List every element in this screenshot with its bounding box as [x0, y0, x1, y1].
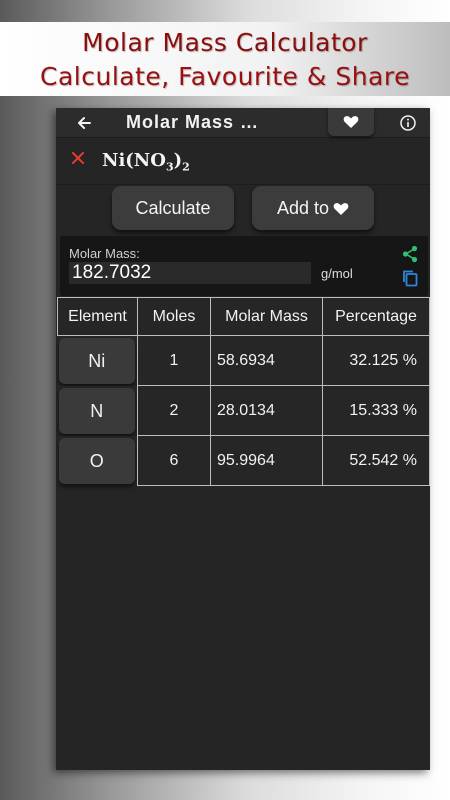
- back-arrow-icon[interactable]: [74, 113, 94, 133]
- formula-input[interactable]: Ni(NO3)2: [102, 150, 190, 174]
- heart-icon: [333, 203, 349, 215]
- percentage-cell: 15.333 %: [322, 385, 430, 436]
- table-row: N 2 28.0134 15.333 %: [57, 385, 430, 436]
- moles-cell: 6: [137, 435, 211, 486]
- composition-table: Element Moles Molar Mass Percentage Ni 1…: [57, 297, 430, 486]
- formula-input-row: Ni(NO3)2: [56, 138, 430, 185]
- percentage-cell: 52.542 %: [322, 435, 430, 486]
- copy-icon[interactable]: [401, 269, 419, 287]
- header-element: Element: [57, 297, 138, 336]
- favourites-button[interactable]: [328, 108, 374, 136]
- app-title: Molar Mass …: [126, 112, 260, 132]
- promo-subtitle: Calculate, Favourite & Share: [40, 62, 410, 91]
- element-button-ni[interactable]: Ni: [58, 337, 135, 384]
- molar-mass-cell: 95.9964: [210, 435, 323, 486]
- table-row: Ni 1 58.6934 32.125 %: [57, 335, 430, 386]
- unit-label: g/mol: [321, 266, 353, 281]
- molar-mass-cell: 28.0134: [210, 385, 323, 436]
- calculate-label: Calculate: [135, 198, 211, 218]
- percentage-cell: 32.125 %: [322, 335, 430, 386]
- heart-icon: [343, 116, 359, 128]
- app-screen: Molar Mass … Ni(NO3)2 Calculate Add to M…: [56, 108, 430, 770]
- table-row: O 6 95.9964 52.542 %: [57, 435, 430, 486]
- moles-cell: 2: [137, 385, 211, 436]
- molar-mass-value: 182.7032: [69, 262, 311, 284]
- calculate-button[interactable]: Calculate: [112, 186, 234, 230]
- add-to-label: Add to: [276, 198, 330, 218]
- molar-mass-cell: 58.6934: [210, 335, 323, 386]
- add-to-favourites-button[interactable]: Add to: [252, 186, 374, 230]
- close-icon[interactable]: [72, 152, 84, 164]
- moles-cell: 1: [137, 335, 211, 386]
- header-percentage: Percentage: [322, 297, 430, 336]
- header-moles: Moles: [137, 297, 211, 336]
- info-icon[interactable]: [400, 115, 416, 131]
- result-label: Molar Mass:: [69, 246, 140, 261]
- element-button-o[interactable]: O: [58, 437, 135, 484]
- promo-title: Molar Mass Calculator: [82, 28, 368, 57]
- header-molar-mass: Molar Mass: [210, 297, 323, 336]
- table-header-row: Element Moles Molar Mass Percentage: [57, 297, 430, 336]
- app-bar: Molar Mass …: [56, 108, 430, 138]
- share-icon[interactable]: [401, 245, 419, 263]
- result-panel: Molar Mass: 182.7032 g/mol: [60, 236, 428, 296]
- promo-banner: Molar Mass Calculator Calculate, Favouri…: [0, 22, 450, 96]
- element-button-n[interactable]: N: [58, 387, 135, 434]
